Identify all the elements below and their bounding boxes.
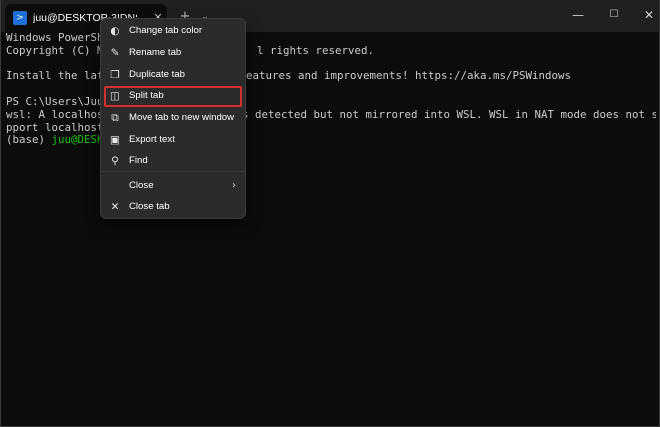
search-icon: ⚲: [111, 155, 119, 167]
terminal-fragment: l rights reserved.: [257, 43, 375, 57]
terminal-fragment: eatures and improvements! https://aka.ms…: [246, 69, 572, 83]
menu-item-label: Close tab: [129, 201, 170, 212]
menu-item-change-tab-color[interactable]: ◐ Change tab color: [104, 21, 242, 42]
menu-item-label: Duplicate tab: [129, 69, 185, 80]
rename-icon: ✎: [110, 47, 120, 59]
close-icon: ✕: [110, 201, 120, 213]
close-window-button[interactable]: ✕: [639, 6, 659, 24]
menu-divider: [101, 171, 245, 172]
powershell-icon: >: [13, 11, 27, 25]
split-icon: ◫: [110, 90, 120, 102]
terminal-fragment: s detected but not mirrored into WSL. WS…: [242, 107, 656, 121]
menu-item-export-text[interactable]: ▣ Export text: [104, 130, 242, 151]
maximize-button[interactable]: ☐: [604, 6, 624, 24]
menu-item-label: Find: [129, 155, 148, 166]
terminal-window: > juu@DESKTOP-3IDNS5R: ~ ✕ + ⌄ — ☐ ✕ Win…: [0, 0, 660, 427]
menu-item-close-tab[interactable]: ✕ Close tab: [104, 197, 242, 218]
menu-item-label: Export text: [129, 134, 175, 145]
menu-item-close-submenu[interactable]: Close ›: [104, 176, 242, 197]
duplicate-icon: ❐: [110, 69, 120, 81]
palette-icon: ◐: [110, 25, 120, 37]
menu-item-move-tab[interactable]: ⧉ Move tab to new window: [104, 108, 242, 129]
menu-item-find[interactable]: ⚲ Find: [104, 151, 242, 172]
menu-item-label: Rename tab: [129, 47, 182, 58]
menu-item-label: Close: [129, 180, 154, 191]
menu-item-label: Change tab color: [129, 25, 203, 36]
save-icon: ▣: [110, 134, 120, 146]
tab-context-menu: ◐ Change tab color ✎ Rename tab ❐ Duplic…: [100, 18, 246, 219]
menu-item-split-tab[interactable]: ◫ Split tab: [104, 86, 242, 107]
minimize-button[interactable]: —: [568, 6, 588, 24]
chevron-right-icon: ›: [232, 180, 236, 191]
menu-item-duplicate-tab[interactable]: ❐ Duplicate tab: [104, 65, 242, 86]
menu-item-label: Split tab: [129, 90, 164, 101]
menu-item-label: Move tab to new window: [129, 112, 235, 123]
move-window-icon: ⧉: [111, 112, 119, 124]
menu-item-rename-tab[interactable]: ✎ Rename tab: [104, 43, 242, 64]
